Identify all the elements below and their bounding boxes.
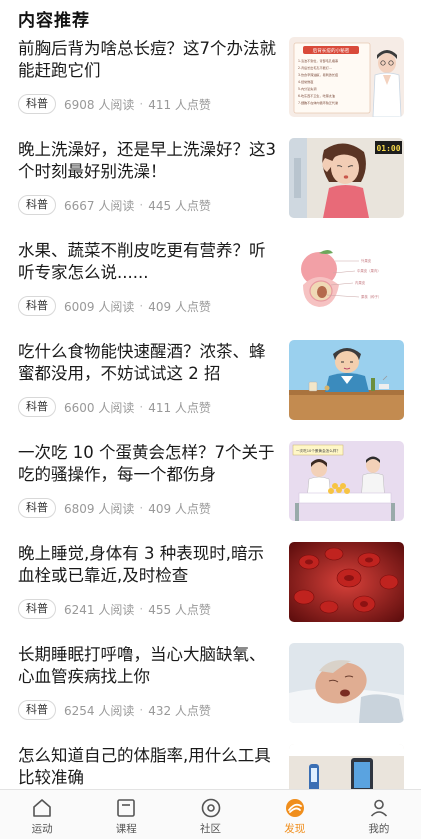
like-count: 411 人点赞 <box>148 400 211 415</box>
read-count: 6009 人阅读 <box>64 299 135 314</box>
meta-separator: · <box>139 400 144 414</box>
tab-label: 运动 <box>31 823 53 835</box>
read-count: 6254 人阅读 <box>64 703 135 718</box>
svg-text:一次吃10个蛋黄会怎么样？: 一次吃10个蛋黄会怎么样？ <box>296 448 340 453</box>
category-tag[interactable]: 科普 <box>18 195 56 215</box>
article-title[interactable]: 水果、蔬菜不削皮吃更有营养？听听专家怎么说...... <box>18 240 276 284</box>
article-thumbnail[interactable] <box>289 340 404 420</box>
course-icon <box>117 799 136 817</box>
article-title[interactable]: 一次吃 10 个蛋黄会怎样？7个关于吃的骚操作，每一个都伤身 <box>18 442 276 486</box>
meta-separator: · <box>139 602 144 616</box>
article-thumbnail[interactable]: 外果皮 中果皮（果肉） 内果皮 果核（种子） <box>289 239 404 319</box>
svg-text:7.细胞不在体内循环缺乏代谢: 7.细胞不在体内循环缺乏代谢 <box>298 100 338 105</box>
svg-text:1.清洁不到位，背部毛孔堵塞: 1.清洁不到位，背部毛孔堵塞 <box>298 58 338 63</box>
tab-label: 发现 <box>284 823 306 835</box>
like-count: 409 人点赞 <box>148 501 211 516</box>
man-at-table-illustration <box>289 340 404 420</box>
article-meta: 科普 6809 人阅读 · 409 人点赞 <box>18 498 211 518</box>
article-thumbnail[interactable]: 后背长痘的小秘密 1.清洁不到位，背部毛孔堵塞 2.背后长出毛孔不能打... 3… <box>289 37 404 117</box>
category-tag[interactable]: 科普 <box>18 700 56 720</box>
article-card[interactable]: 长期睡眠打呼噜，当心大脑缺氧、心血管疾病找上你 科普 6254 人阅读 · 43… <box>0 640 421 741</box>
category-tag[interactable]: 科普 <box>18 94 56 114</box>
article-meta: 科普 6009 人阅读 · 409 人点赞 <box>18 296 211 316</box>
tab-profile[interactable]: 我的 <box>337 790 421 839</box>
category-tag[interactable]: 科普 <box>18 498 56 518</box>
tab-label: 社区 <box>200 823 221 835</box>
tab-label: 我的 <box>368 823 390 835</box>
read-count: 6600 人阅读 <box>64 400 135 415</box>
egg-yolk-dining-illustration: 一次吃10个蛋黄会怎么样？ <box>289 441 404 521</box>
home-icon <box>33 799 51 817</box>
article-card[interactable]: 一次吃 10 个蛋黄会怎样？7个关于吃的骚操作，每一个都伤身 科普 6809 人… <box>0 438 421 539</box>
like-count: 455 人点赞 <box>148 602 211 617</box>
section-title: 内容推荐 <box>18 11 90 31</box>
svg-text:3.饮食辛辣油腻，易刺激长痘: 3.饮食辛辣油腻，易刺激长痘 <box>298 72 338 77</box>
tab-discover[interactable]: 发现 <box>253 790 337 839</box>
category-tag[interactable]: 科普 <box>18 296 56 316</box>
category-tag[interactable]: 科普 <box>18 599 56 619</box>
article-card[interactable]: 吃什么食物能快速醒酒？浓茶、蜂蜜都没用，不妨试试这 2 招 科普 6600 人阅… <box>0 337 421 438</box>
profile-icon <box>370 799 387 817</box>
article-thumbnail[interactable] <box>289 643 404 723</box>
article-card[interactable]: 晚上睡觉,身体有 3 种表现时,暗示血栓或已靠近,及时检查 科普 6241 人阅… <box>0 539 421 640</box>
like-count: 411 人点赞 <box>148 97 211 112</box>
like-count: 409 人点赞 <box>148 299 211 314</box>
svg-text:01:00: 01:00 <box>376 144 400 153</box>
blood-cells-illustration <box>289 542 404 622</box>
bottom-tab-bar: 运动 课程 社区 发现 我的 <box>0 789 421 839</box>
discover-icon <box>285 799 304 817</box>
discover-page: 内容推荐 前胸后背为啥总长痘？这7个办法就能赶跑它们 科普 6908 人阅读 ·… <box>0 0 421 839</box>
meta-separator: · <box>139 703 144 717</box>
tab-course[interactable]: 课程 <box>84 790 168 839</box>
tab-label: 课程 <box>115 823 137 835</box>
snoring-man-photo <box>289 643 404 723</box>
svg-text:5.内分泌失调: 5.内分泌失调 <box>298 86 316 91</box>
svg-text:内果皮: 内果皮 <box>355 280 366 285</box>
article-title[interactable]: 晚上洗澡好，还是早上洗澡好？这3个时刻最好别洗澡！ <box>18 139 276 183</box>
category-tag[interactable]: 科普 <box>18 397 56 417</box>
meta-separator: · <box>139 198 144 212</box>
tab-sport[interactable]: 运动 <box>0 790 84 839</box>
svg-text:外果皮: 外果皮 <box>361 258 372 263</box>
read-count: 6809 人阅读 <box>64 501 135 516</box>
svg-text:中果皮（果肉）: 中果皮（果肉） <box>357 268 381 273</box>
like-count: 445 人点赞 <box>148 198 211 213</box>
community-icon <box>201 798 220 818</box>
like-count: 432 人点赞 <box>148 703 211 718</box>
article-thumbnail[interactable]: 01:00 <box>289 138 404 218</box>
article-feed[interactable]: 前胸后背为啥总长痘？这7个办法就能赶跑它们 科普 6908 人阅读 · 411 … <box>0 34 421 839</box>
article-thumbnail[interactable]: 一次吃10个蛋黄会怎么样？ <box>289 441 404 521</box>
tab-community[interactable]: 社区 <box>168 790 252 839</box>
article-title[interactable]: 晚上睡觉,身体有 3 种表现时,暗示血栓或已靠近,及时检查 <box>18 543 276 587</box>
article-card[interactable]: 水果、蔬菜不削皮吃更有营养？听听专家怎么说...... 科普 6009 人阅读 … <box>0 236 421 337</box>
article-meta: 科普 6667 人阅读 · 445 人点赞 <box>18 195 211 215</box>
meta-separator: · <box>139 299 144 313</box>
peach-anatomy-illustration: 外果皮 中果皮（果肉） 内果皮 果核（种子） <box>289 239 404 319</box>
meta-separator: · <box>139 97 144 111</box>
article-title[interactable]: 吃什么食物能快速醒酒？浓茶、蜂蜜都没用，不妨试试这 2 招 <box>18 341 276 385</box>
article-title[interactable]: 前胸后背为啥总长痘？这7个办法就能赶跑它们 <box>18 38 276 82</box>
read-count: 6908 人阅读 <box>64 97 135 112</box>
svg-text:4.经常熬夜: 4.经常熬夜 <box>298 79 313 84</box>
article-title[interactable]: 怎么知道自己的体脂率,用什么工具比较准确 <box>18 745 276 789</box>
article-meta: 科普 6254 人阅读 · 432 人点赞 <box>18 700 211 720</box>
svg-text:2.背后长出毛孔不能打...: 2.背后长出毛孔不能打... <box>298 65 332 70</box>
tired-woman-clock-illustration: 01:00 <box>289 138 404 218</box>
meta-separator: · <box>139 501 144 515</box>
acne-infographic-illustration: 后背长痘的小秘密 1.清洁不到位，背部毛孔堵塞 2.背后长出毛孔不能打... 3… <box>289 37 404 117</box>
svg-text:后背长痘的小秘密: 后背长痘的小秘密 <box>313 47 350 54</box>
svg-text:6.吃东西不卫生，吃辣太油: 6.吃东西不卫生，吃辣太油 <box>298 93 335 98</box>
read-count: 6241 人阅读 <box>64 602 135 617</box>
article-thumbnail[interactable] <box>289 542 404 622</box>
article-meta: 科普 6241 人阅读 · 455 人点赞 <box>18 599 211 619</box>
read-count: 6667 人阅读 <box>64 198 135 213</box>
svg-text:果核（种子）: 果核（种子） <box>361 294 381 299</box>
article-meta: 科普 6600 人阅读 · 411 人点赞 <box>18 397 211 417</box>
article-card[interactable]: 晚上洗澡好，还是早上洗澡好？这3个时刻最好别洗澡！ 科普 6667 人阅读 · … <box>0 135 421 236</box>
article-card[interactable]: 前胸后背为啥总长痘？这7个办法就能赶跑它们 科普 6908 人阅读 · 411 … <box>0 34 421 135</box>
article-title[interactable]: 长期睡眠打呼噜，当心大脑缺氧、心血管疾病找上你 <box>18 644 276 688</box>
article-meta: 科普 6908 人阅读 · 411 人点赞 <box>18 94 211 114</box>
